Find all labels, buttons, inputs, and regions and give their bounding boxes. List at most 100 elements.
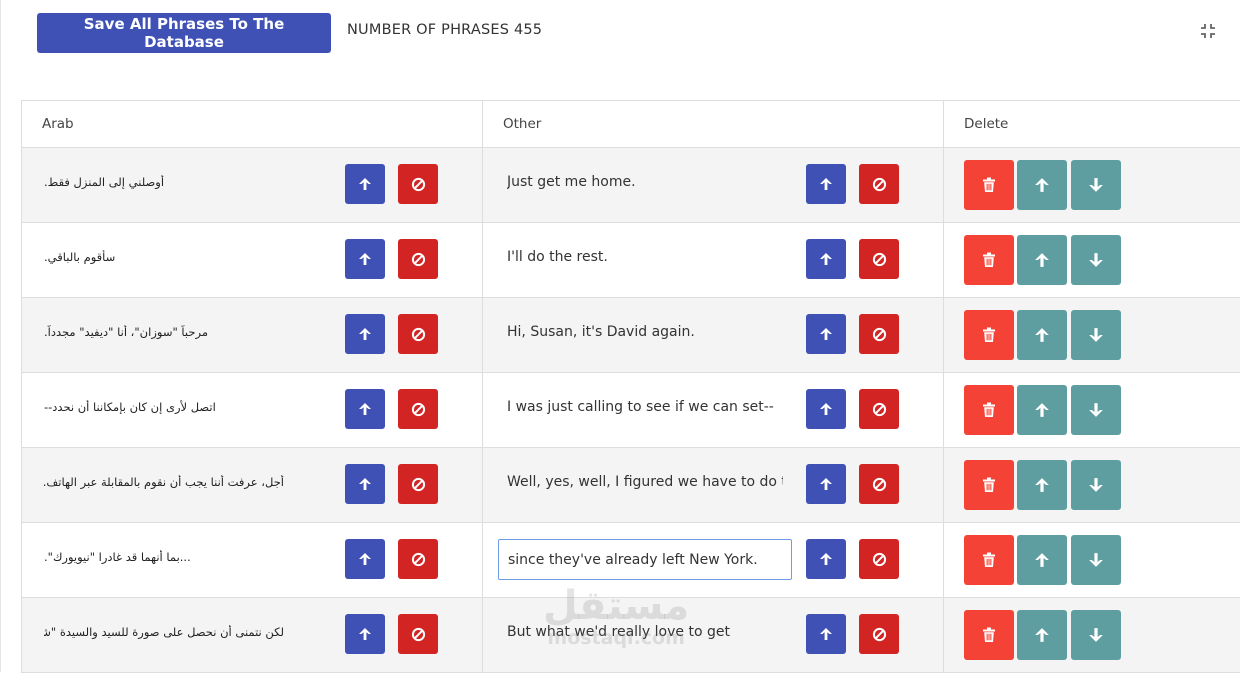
arrow-down-icon bbox=[1088, 252, 1104, 268]
table-row: سأقوم بالباقي. I'll do the rest. bbox=[22, 223, 1240, 298]
other-phrase[interactable]: Well, yes, well, I figured we have to do… bbox=[507, 474, 783, 490]
block-icon bbox=[411, 177, 426, 192]
delete-row-button[interactable] bbox=[964, 385, 1014, 435]
row-move-down-button[interactable] bbox=[1071, 235, 1121, 285]
other-block-button[interactable] bbox=[859, 314, 899, 354]
other-cell bbox=[483, 523, 943, 597]
arrow-up-icon bbox=[1034, 402, 1050, 418]
delete-row-button[interactable] bbox=[964, 535, 1014, 585]
block-icon bbox=[872, 177, 887, 192]
other-move-up-button[interactable] bbox=[806, 539, 846, 579]
row-move-down-button[interactable] bbox=[1071, 535, 1121, 585]
arab-phrase[interactable]: أوصلني إلى المنزل فقط. bbox=[44, 175, 284, 189]
other-cell: I'll do the rest. bbox=[483, 223, 943, 297]
trash-icon bbox=[982, 477, 996, 493]
other-block-button[interactable] bbox=[859, 539, 899, 579]
arrow-up-icon bbox=[1034, 177, 1050, 193]
other-phrase[interactable]: Just get me home. bbox=[507, 174, 783, 190]
other-move-up-button[interactable] bbox=[806, 314, 846, 354]
arrow-down-icon bbox=[1088, 477, 1104, 493]
arab-move-up-button[interactable] bbox=[345, 164, 385, 204]
arab-phrase[interactable]: سأقوم بالباقي. bbox=[44, 250, 284, 264]
arab-move-up-button[interactable] bbox=[345, 539, 385, 579]
arab-block-button[interactable] bbox=[398, 464, 438, 504]
row-move-up-button[interactable] bbox=[1017, 460, 1067, 510]
other-move-up-button[interactable] bbox=[806, 239, 846, 279]
other-block-button[interactable] bbox=[859, 464, 899, 504]
row-move-down-button[interactable] bbox=[1071, 385, 1121, 435]
arrow-up-icon bbox=[358, 477, 372, 491]
block-icon bbox=[411, 252, 426, 267]
arab-phrase[interactable]: مرحباً "سوزان"، أنا "ديفيد" مجدداً. bbox=[44, 325, 284, 339]
arab-move-up-button[interactable] bbox=[345, 464, 385, 504]
arab-phrase[interactable]: اتصل لأرى إن كان بإمكاننا أن نحدد-- bbox=[44, 400, 284, 414]
arab-phrase[interactable]: لكن نتمنى أن نحصل على صورة للسيد والسيدة… bbox=[44, 625, 284, 639]
arab-block-button[interactable] bbox=[398, 614, 438, 654]
header-delete: Delete bbox=[964, 116, 1009, 132]
arab-block-button[interactable] bbox=[398, 239, 438, 279]
other-phrase[interactable]: But what we'd really love to get bbox=[507, 624, 783, 640]
other-cell: I was just calling to see if we can set-… bbox=[483, 373, 943, 447]
trash-icon bbox=[982, 252, 996, 268]
arrow-down-icon bbox=[1088, 627, 1104, 643]
collapse-icon[interactable] bbox=[1199, 22, 1217, 40]
arrow-up-icon bbox=[819, 552, 833, 566]
arab-move-up-button[interactable] bbox=[345, 614, 385, 654]
arab-phrase[interactable]: ...بما أنهما قد غادرا "نيويورك". bbox=[44, 550, 284, 564]
arab-cell: أجل، عرفت أننا يجب أن نقوم بالمقابلة عبر… bbox=[22, 448, 482, 522]
delete-row-button[interactable] bbox=[964, 235, 1014, 285]
arrow-up-icon bbox=[819, 402, 833, 416]
trash-icon bbox=[982, 552, 996, 568]
row-move-up-button[interactable] bbox=[1017, 610, 1067, 660]
delete-row-button[interactable] bbox=[964, 460, 1014, 510]
row-move-down-button[interactable] bbox=[1071, 310, 1121, 360]
row-move-down-button[interactable] bbox=[1071, 460, 1121, 510]
other-phrase-input[interactable] bbox=[498, 539, 792, 580]
block-icon bbox=[411, 552, 426, 567]
arab-move-up-button[interactable] bbox=[345, 239, 385, 279]
arrow-up-icon bbox=[1034, 252, 1050, 268]
row-move-down-button[interactable] bbox=[1071, 610, 1121, 660]
delete-cell bbox=[944, 523, 1240, 597]
other-block-button[interactable] bbox=[859, 389, 899, 429]
header-arab: Arab bbox=[42, 116, 74, 132]
arab-block-button[interactable] bbox=[398, 164, 438, 204]
delete-cell bbox=[944, 448, 1240, 522]
delete-row-button[interactable] bbox=[964, 310, 1014, 360]
arab-move-up-button[interactable] bbox=[345, 389, 385, 429]
phrases-table: Arab Other Delete أوصلني إلى المنزل فقط.… bbox=[21, 100, 1240, 673]
delete-row-button[interactable] bbox=[964, 160, 1014, 210]
row-move-up-button[interactable] bbox=[1017, 310, 1067, 360]
other-move-up-button[interactable] bbox=[806, 614, 846, 654]
row-move-up-button[interactable] bbox=[1017, 385, 1067, 435]
arab-move-up-button[interactable] bbox=[345, 314, 385, 354]
other-block-button[interactable] bbox=[859, 614, 899, 654]
row-move-down-button[interactable] bbox=[1071, 160, 1121, 210]
table-row: أجل، عرفت أننا يجب أن نقوم بالمقابلة عبر… bbox=[22, 448, 1240, 523]
arrow-up-icon bbox=[819, 477, 833, 491]
arab-block-button[interactable] bbox=[398, 389, 438, 429]
save-all-button[interactable]: Save All Phrases To The Database bbox=[37, 13, 331, 53]
other-cell: But what we'd really love to get bbox=[483, 598, 943, 672]
other-block-button[interactable] bbox=[859, 164, 899, 204]
phrase-count: NUMBER OF PHRASES 455 bbox=[347, 22, 543, 38]
other-move-up-button[interactable] bbox=[806, 389, 846, 429]
block-icon bbox=[872, 327, 887, 342]
arab-block-button[interactable] bbox=[398, 539, 438, 579]
table-row: مرحباً "سوزان"، أنا "ديفيد" مجدداً. Hi, S… bbox=[22, 298, 1240, 373]
delete-row-button[interactable] bbox=[964, 610, 1014, 660]
other-move-up-button[interactable] bbox=[806, 464, 846, 504]
arab-phrase[interactable]: أجل، عرفت أننا يجب أن نقوم بالمقابلة عبر… bbox=[44, 475, 284, 489]
arab-block-button[interactable] bbox=[398, 314, 438, 354]
row-move-up-button[interactable] bbox=[1017, 235, 1067, 285]
other-phrase[interactable]: I'll do the rest. bbox=[507, 249, 783, 265]
other-phrase[interactable]: I was just calling to see if we can set-… bbox=[507, 399, 783, 415]
arrow-up-icon bbox=[1034, 477, 1050, 493]
block-icon bbox=[872, 552, 887, 567]
other-phrase[interactable]: Hi, Susan, it's David again. bbox=[507, 324, 783, 340]
row-move-up-button[interactable] bbox=[1017, 535, 1067, 585]
other-block-button[interactable] bbox=[859, 239, 899, 279]
other-move-up-button[interactable] bbox=[806, 164, 846, 204]
row-move-up-button[interactable] bbox=[1017, 160, 1067, 210]
block-icon bbox=[872, 252, 887, 267]
